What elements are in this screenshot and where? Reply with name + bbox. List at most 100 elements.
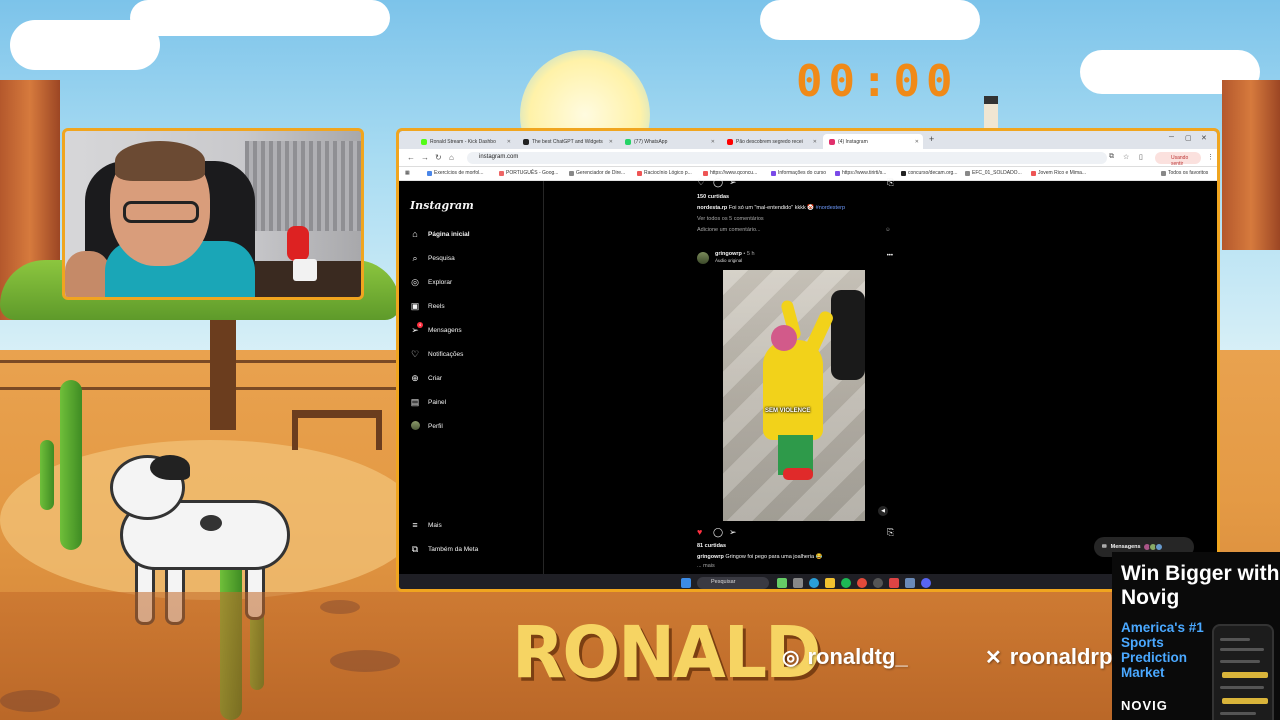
caption-user[interactable]: nordesta.rp (697, 205, 727, 211)
maximize-icon[interactable]: ▢ (1185, 134, 1192, 142)
bookmark[interactable]: Exercícios de morfol... (427, 170, 483, 176)
chrome-icon[interactable] (857, 578, 867, 588)
comment-input[interactable]: Adicione um comentário... (697, 227, 761, 233)
discord-icon[interactable] (921, 578, 931, 588)
home-icon[interactable]: ⌂ (449, 153, 454, 162)
message-avatars (1142, 543, 1163, 551)
more-options-icon[interactable]: ••• (887, 253, 893, 259)
app-icon[interactable] (777, 578, 787, 588)
task-view-icon[interactable] (793, 578, 803, 588)
search-icon: ⌕ (412, 253, 418, 263)
minimize-icon[interactable]: ─ (1169, 134, 1174, 141)
avatar[interactable] (697, 252, 709, 264)
bookmark[interactable]: Informações do curso (771, 170, 826, 176)
bookmark-icon[interactable]: ⎘ (887, 177, 894, 187)
tab-chatgpt[interactable]: The best ChatGPT and Widgets ✕ (517, 134, 617, 149)
bookmark[interactable]: PORTUGUÊS - Goog... (499, 170, 558, 176)
bookmark[interactable]: concurso/decam.org... (901, 170, 957, 176)
messages-icon: ✉ (1102, 544, 1107, 550)
nav-item-pesquisa[interactable]: ⌕ Pesquisa (410, 253, 454, 263)
nav-item-notifica-es[interactable]: ♡ Notificações (410, 349, 463, 359)
profile-button[interactable]: Usando sentir (1155, 152, 1201, 167)
instagram-logo[interactable]: Instagram (410, 199, 474, 212)
install-icon[interactable]: ⧉ (1109, 153, 1114, 161)
back-icon[interactable]: ← (407, 153, 415, 162)
close-icon[interactable]: ✕ (915, 139, 919, 145)
close-icon[interactable]: ✕ (711, 139, 715, 145)
close-icon[interactable]: ✕ (609, 139, 613, 145)
bookmark-icon[interactable]: ⎘ (887, 527, 894, 537)
share-icon[interactable]: ➢ (729, 527, 737, 537)
tab-youtube[interactable]: Pão descobrem segredo recei ✕ (721, 134, 821, 149)
messages-label: Mensagens (1110, 544, 1141, 550)
comment-icon[interactable]: ◯ (713, 177, 723, 187)
whatsapp-icon (625, 138, 631, 145)
heart-filled-icon[interactable]: ♥ (697, 527, 702, 537)
nav-item-tamb-m-da-meta[interactable]: ⧉ Também da Meta (410, 544, 478, 554)
bookmark-label: Todos os favoritos (1168, 170, 1209, 176)
close-icon[interactable]: ✕ (507, 139, 511, 145)
nav-item-perfil[interactable]: Perfil (410, 421, 443, 431)
nav-item-p-gina-inicial[interactable]: ⌂ Página inicial (410, 229, 469, 239)
heart-icon: ♡ (410, 349, 420, 359)
x-handle: roonaldrp (1009, 644, 1113, 669)
tab-kick[interactable]: Ronald Stream - Kick Dashbo ✕ (415, 134, 515, 149)
all-bookmarks[interactable]: Todos os favoritos (1161, 170, 1208, 176)
spotify-icon[interactable] (841, 578, 851, 588)
view-comments-link[interactable]: Ver todos os 5 comentários (697, 216, 764, 222)
forward-icon[interactable]: → (421, 153, 429, 162)
reload-icon[interactable]: ↻ (435, 153, 442, 162)
tab-instagram[interactable]: (4) Instagram ✕ (823, 134, 923, 149)
close-icon[interactable]: ✕ (813, 139, 817, 145)
mute-icon[interactable]: ◀ (878, 506, 888, 516)
obs-icon[interactable] (873, 578, 883, 588)
bookmark[interactable]: https://www.qconcu... (703, 170, 757, 176)
new-tab-button[interactable]: + (929, 134, 934, 144)
glasses (123, 201, 199, 223)
windows-start-icon[interactable] (681, 578, 691, 588)
instagram-icon: ◎ (782, 646, 800, 669)
comment-icon[interactable]: ◯ (713, 527, 723, 537)
nav-item-mensagens[interactable]: ➢ 4 Mensagens (410, 322, 462, 335)
bookmark[interactable]: Gerenciador de Dire... (569, 170, 625, 176)
bookmark[interactable]: Raciocínio Lógico p... (637, 170, 692, 176)
app-icon[interactable] (889, 578, 899, 588)
close-window-icon[interactable]: ✕ (1201, 134, 1207, 142)
likes-count[interactable]: 150 curtidas (697, 194, 729, 200)
post-username[interactable]: gringowrp • 5 h (715, 251, 755, 257)
star-icon[interactable]: ☆ (1123, 153, 1129, 161)
share-icon[interactable]: ➢ (729, 177, 737, 187)
nav-item-criar[interactable]: ⊕ Criar (410, 373, 442, 383)
bookmark[interactable]: EFC_01_SOLDADO... (965, 170, 1022, 176)
bookmark[interactable]: https://www.tirirti/s... (835, 170, 886, 176)
profile-button-label: Usando sentir (1171, 155, 1189, 167)
novig-ad[interactable]: Win Bigger with Novig America's #1 Sport… (1112, 552, 1280, 720)
video-caption: SEM VIOLENCE (765, 408, 811, 414)
nav-item-mais[interactable]: ≡ Mais (410, 520, 441, 530)
bookmark[interactable]: Jovem Rico e Mima... (1031, 170, 1086, 176)
menu-dots-icon[interactable]: ⋮ (1207, 153, 1214, 161)
nav-item-reels[interactable]: ▣ Reels (410, 301, 445, 311)
more-link[interactable]: ... mais (697, 563, 715, 569)
nav-item-explorar[interactable]: ◎ Explorar (410, 277, 452, 287)
explorer-icon[interactable] (825, 578, 835, 588)
post-audio[interactable]: Áudio original (715, 258, 742, 263)
hashtag[interactable]: #nordesterp (816, 205, 845, 211)
reel-video[interactable]: SEM VIOLENCE (723, 270, 865, 521)
emoji-icon[interactable]: ☺ (885, 227, 891, 233)
tree-trunk (210, 320, 236, 430)
nav-item-painel[interactable]: ▤ Painel (410, 397, 446, 407)
likes-count[interactable]: 81 curtidas (697, 543, 726, 549)
caption-user[interactable]: gringowrp (697, 554, 724, 560)
apps-icon[interactable]: ▦ (405, 170, 410, 176)
tab-whatsapp[interactable]: (77) WhatsApp ✕ (619, 134, 719, 149)
sidebar-icon[interactable]: ▯ (1139, 153, 1143, 161)
menu-icon: ≡ (412, 520, 418, 530)
url-field[interactable]: instagram.com (467, 152, 1107, 164)
heart-icon[interactable]: ♡ (697, 177, 705, 187)
character-head (771, 325, 797, 351)
reels-icon: ▣ (410, 301, 420, 311)
edge-icon[interactable] (809, 578, 819, 588)
taskbar-search[interactable]: Pesquisar (697, 577, 769, 589)
app-icon[interactable] (905, 578, 915, 588)
